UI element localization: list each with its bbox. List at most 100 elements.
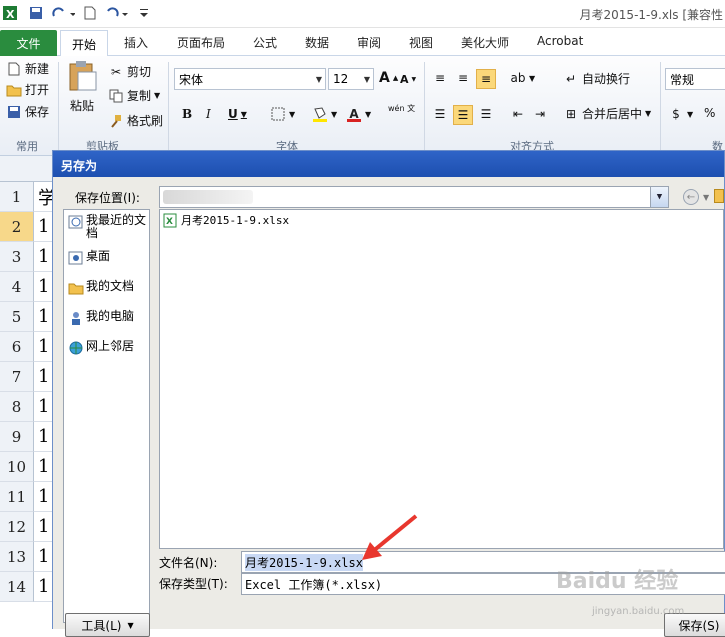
row-header[interactable]: 6: [0, 332, 34, 362]
paste-button[interactable]: 粘贴: [66, 60, 98, 114]
undo-dropdown-icon[interactable]: [104, 5, 130, 21]
row-header[interactable]: 8: [0, 392, 34, 422]
chevron-down-icon: ▼: [289, 109, 296, 119]
tab-formulas[interactable]: 公式: [253, 34, 277, 51]
font-color-icon: A: [346, 106, 362, 122]
my-computer-icon: [68, 310, 84, 326]
desktop-icon: [68, 250, 84, 266]
chevron-down-icon[interactable]: ▼: [650, 187, 668, 207]
file-item[interactable]: X 月考2015-1-9.xlsx: [162, 212, 289, 228]
align-bottom-button[interactable]: ≡: [476, 69, 496, 89]
tab-file[interactable]: 文件: [0, 30, 57, 56]
save-button[interactable]: 保存: [6, 103, 49, 120]
row-header[interactable]: 10: [0, 452, 34, 482]
number-format-select[interactable]: 常规: [665, 68, 725, 90]
new-document-icon[interactable]: [82, 5, 98, 21]
grow-font-button[interactable]: A ▲: [379, 70, 398, 86]
tab-beautify-master[interactable]: 美化大师: [461, 34, 509, 51]
row-header[interactable]: 12: [0, 512, 34, 542]
back-icon[interactable]: ←: [683, 189, 699, 205]
row-header[interactable]: 3: [0, 242, 34, 272]
format-painter-button[interactable]: 格式刷: [108, 112, 163, 129]
row-header[interactable]: 13: [0, 542, 34, 572]
align-middle-button[interactable]: ≡: [455, 70, 471, 86]
border-button[interactable]: ▼: [270, 106, 295, 122]
align-top-button[interactable]: ≡: [432, 70, 448, 86]
chevron-down-icon: ▼: [331, 109, 338, 119]
font-name-select[interactable]: 宋体 ▼: [174, 68, 326, 90]
row-header[interactable]: 11: [0, 482, 34, 512]
copy-button[interactable]: 复制 ▼: [108, 87, 160, 104]
row-header[interactable]: 5: [0, 302, 34, 332]
tab-insert[interactable]: 插入: [124, 34, 148, 51]
tab-home[interactable]: 开始: [60, 30, 108, 57]
open-button[interactable]: 打开: [6, 81, 49, 98]
filetype-label: 保存类型(T):: [159, 577, 228, 591]
shrink-font-button[interactable]: A ▼: [400, 73, 416, 86]
chevron-down-icon[interactable]: ▼: [154, 91, 160, 100]
cut-button[interactable]: ✂ 剪切: [108, 63, 151, 80]
align-center-button[interactable]: ☰: [453, 105, 473, 125]
row-header[interactable]: 1: [0, 182, 34, 212]
new-button[interactable]: 新建: [6, 60, 49, 77]
up-folder-icon[interactable]: [714, 189, 724, 203]
wrap-text-button[interactable]: ↵ 自动换行: [563, 70, 630, 87]
watermark-logo: Baidu 经验: [556, 569, 679, 594]
redo-dropdown-icon[interactable]: [50, 5, 76, 21]
row-header[interactable]: 14: [0, 572, 34, 602]
border-icon: [270, 106, 286, 122]
orientation-button[interactable]: ab ▼: [510, 70, 536, 86]
tools-button[interactable]: 工具(L) ▼: [65, 613, 150, 637]
row-header[interactable]: 4: [0, 272, 34, 302]
underline-button[interactable]: U ▼: [228, 107, 247, 121]
excel-logo-icon: X: [2, 5, 18, 21]
align-right-button[interactable]: ☰: [478, 106, 494, 122]
font-color-button[interactable]: A ▼: [346, 106, 371, 122]
place-desktop[interactable]: 桌面: [68, 250, 110, 266]
ribbon-tab-bar: 文件 开始 插入 页面布局 公式 数据 审阅 视图 美化大师 Acrobat: [0, 28, 725, 57]
currency-icon: $: [672, 107, 680, 121]
bold-button[interactable]: B: [182, 107, 192, 121]
place-my-documents[interactable]: 我的文档: [68, 280, 134, 296]
network-globe-icon: [68, 340, 84, 356]
align-left-button[interactable]: ☰: [432, 106, 448, 122]
font-size-select[interactable]: 12 ▼: [328, 68, 374, 90]
tab-page-layout[interactable]: 页面布局: [177, 34, 225, 51]
group-divider: [58, 62, 59, 154]
row-header[interactable]: 2: [0, 212, 34, 242]
italic-button[interactable]: I: [206, 107, 211, 121]
decrease-indent-button[interactable]: ⇤: [510, 106, 526, 122]
save-in-select[interactable]: ▼: [159, 186, 669, 208]
merge-center-button[interactable]: ⊞ 合并后居中 ▼: [563, 105, 651, 122]
merge-cells-icon: ⊞: [565, 106, 577, 121]
row-header[interactable]: 9: [0, 422, 34, 452]
location-path-redacted: [163, 190, 253, 204]
fill-color-button[interactable]: ▼: [312, 106, 337, 122]
currency-button[interactable]: $ ▼: [668, 106, 693, 122]
increase-indent-button[interactable]: ⇥: [532, 106, 548, 122]
tab-data[interactable]: 数据: [305, 34, 329, 51]
save-icon[interactable]: [28, 5, 44, 21]
customize-qat-icon[interactable]: [138, 5, 150, 21]
save-in-label: 保存位置(I):: [75, 191, 140, 205]
clipboard-icon: [66, 60, 98, 95]
align-middle-icon: ≡: [457, 71, 469, 85]
phonetic-guide-button[interactable]: wén 文: [388, 104, 415, 113]
dialog-title: 另存为: [53, 151, 724, 177]
quick-access-toolbar: X 月考2015-1-9.xls [兼容性: [0, 0, 725, 28]
place-network[interactable]: 网上邻居: [68, 340, 134, 356]
align-center-icon: ☰: [457, 108, 469, 122]
copy-icon: [108, 88, 124, 104]
folder-open-icon: [6, 82, 22, 98]
percent-button[interactable]: %: [704, 106, 715, 120]
file-list: X 月考2015-1-9.xlsx: [159, 209, 724, 549]
paint-bucket-icon: [312, 106, 328, 122]
place-recent-documents[interactable]: 我最近的文档: [68, 214, 148, 240]
chevron-down-icon[interactable]: ▼: [703, 193, 709, 202]
tab-view[interactable]: 视图: [409, 34, 433, 51]
paintbrush-icon: [108, 113, 124, 129]
tab-acrobat[interactable]: Acrobat: [537, 34, 583, 48]
place-my-computer[interactable]: 我的电脑: [68, 310, 134, 326]
tab-review[interactable]: 审阅: [357, 34, 381, 51]
row-header[interactable]: 7: [0, 362, 34, 392]
